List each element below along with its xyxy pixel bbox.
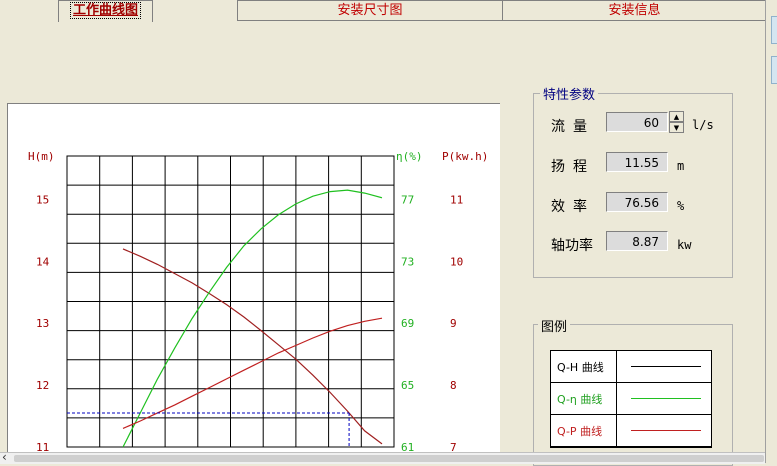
p-tick-label: 10 [450,255,463,268]
power-unit: kw [677,238,692,252]
legend-row-qh: Q-H 曲线 [551,351,711,383]
tab-install-info-label: 安装信息 [608,3,661,18]
side-button-bottom[interactable] [771,56,777,84]
eff-field: 76.56 [606,192,668,212]
tab-work-curve[interactable]: 工作曲线图 [58,0,153,22]
eta-tick-label: 69 [401,317,414,330]
legend-qh-line [631,366,701,367]
tab-bar: 工作曲线图 安装尺寸图 安装信息 [0,0,767,22]
h-axis-label: H(m) [28,150,55,163]
scrollbar-thumb[interactable] [14,455,764,462]
legend-divider [616,383,617,414]
tab-work-curve-label: 工作曲线图 [69,2,141,19]
params-title: 特性参数 [540,84,599,103]
legend-table: Q-H 曲线 Q-η 曲线 Q-P 曲线 [550,350,712,448]
p-axis-label: P(kw.h) [442,150,488,163]
legend-qh-label: Q-H 曲线 [557,361,604,374]
legend-qp-line [631,430,701,431]
h-tick-label: 13 [36,317,49,330]
flow-label: 流量 [551,119,595,135]
legend-divider [616,351,617,382]
horizontal-scrollbar[interactable]: ‹ [0,450,765,464]
tab-install-size-label: 安装尺寸图 [337,3,403,18]
power-label: 轴功率 [551,238,593,254]
performance-chart: H(m) η(%) P(kw.h)1514131211777369656111109… [28,150,488,454]
legend-row-qeta: Q-η 曲线 [551,383,711,415]
eta-tick-label: 77 [401,193,414,206]
flow-spin-down[interactable]: ▼ [669,122,684,133]
legend-qp-label: Q-P 曲线 [557,425,603,438]
tab-baseline [237,20,765,21]
eff-unit: % [677,199,685,213]
tab-install-size[interactable]: 安装尺寸图 [237,0,503,21]
legend-qeta-line [631,398,701,399]
eta-tick-label: 73 [401,255,414,268]
chart-panel: H(m) η(%) P(kw.h) 15 14 13 12 11 77 73 69 65 61 11 10 9… [7,103,500,454]
head-label: 扬程 [551,159,595,175]
h-tick-label: 15 [36,193,49,206]
flow-input[interactable]: 60 [606,112,668,132]
eta-tick-label: 65 [401,379,414,392]
flow-spin-up[interactable]: ▲ [669,111,684,122]
p-tick-label: 9 [450,317,457,330]
eta-axis-label: η(%) [396,150,423,163]
legend-qeta-label: Q-η 曲线 [557,393,603,406]
h-tick-label: 14 [36,255,50,268]
tab-install-info[interactable]: 安装信息 [502,0,767,21]
scroll-left-icon[interactable]: ‹ [2,450,7,464]
legend-divider [616,415,617,446]
side-button-top[interactable] [771,16,777,44]
power-field: 8.87 [606,231,668,251]
legend-row-qp: Q-P 曲线 [551,415,711,447]
head-field: 11.55 [606,152,668,172]
h-tick-label: 12 [36,379,49,392]
legend-title: 图例 [538,316,571,335]
eff-label: 效率 [551,199,595,215]
head-unit: m [677,159,685,173]
p-tick-label: 8 [450,379,457,392]
flow-unit: l/s [692,118,714,132]
p-tick-label: 11 [450,193,463,206]
